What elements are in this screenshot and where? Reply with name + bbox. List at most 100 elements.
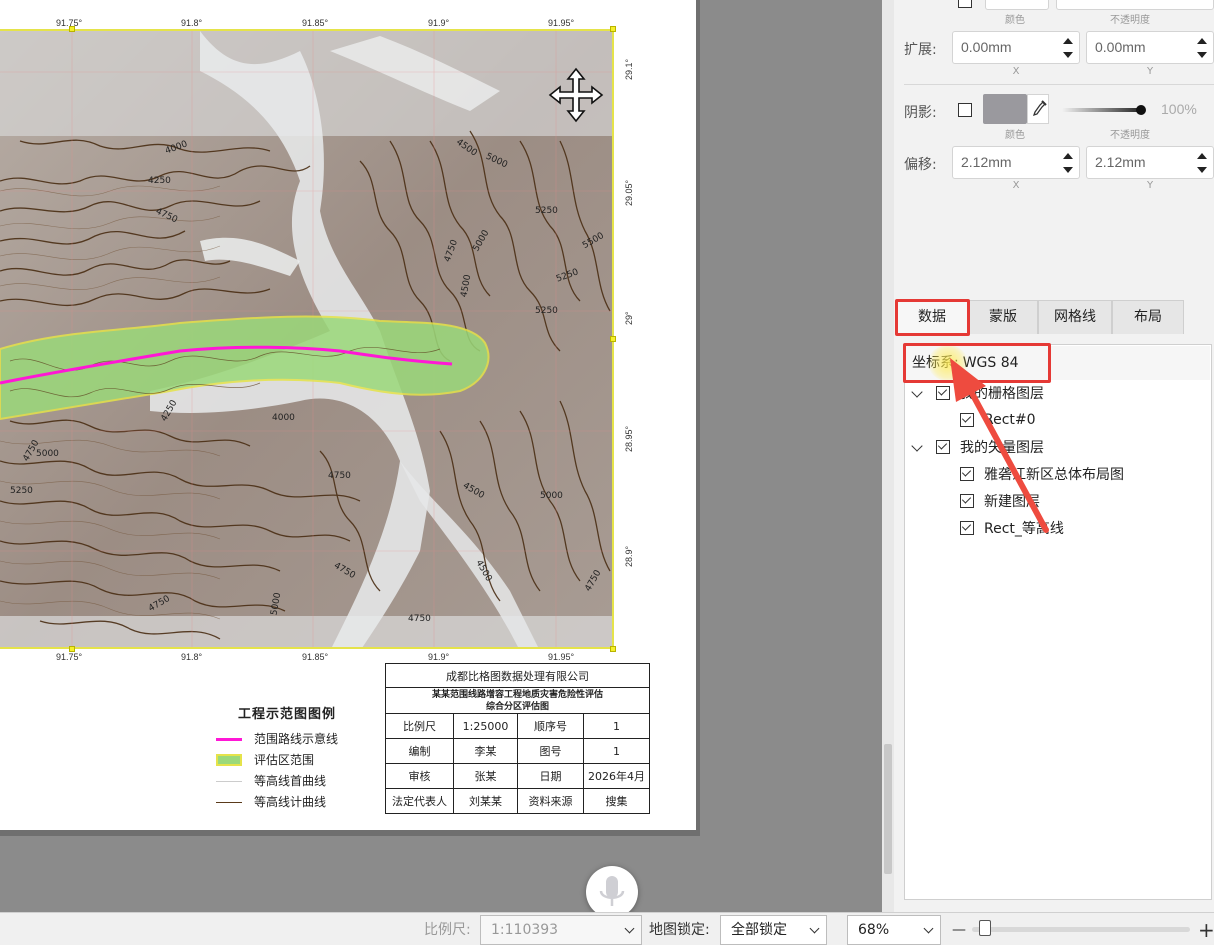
- y-caption: Y: [1146, 180, 1154, 191]
- zoom-select[interactable]: 68%: [847, 915, 941, 945]
- map-legend[interactable]: 工程示范图图例 范围路线示意线 评估区范围 等高线首曲线 等高线计曲线: [212, 703, 362, 812]
- top-partial-color[interactable]: [985, 0, 1049, 10]
- chevron-down-icon: [809, 923, 820, 934]
- slider-knob[interactable]: [1136, 105, 1146, 115]
- contour-label: 4250: [148, 176, 171, 186]
- zoom-slider[interactable]: [972, 927, 1190, 932]
- spinner-arrows-icon[interactable]: [1197, 38, 1207, 58]
- shadow-color-swatch[interactable]: [983, 94, 1027, 124]
- map-name: 某某范围线路增容工程地质灾害危险性评估 综合分区评估图: [385, 687, 650, 714]
- scrollbar-thumb[interactable]: [884, 744, 892, 874]
- x-caption: X: [1012, 66, 1020, 77]
- offset-x-value: 2.12mm: [961, 154, 1012, 170]
- shadow-label: 阴影:: [904, 105, 937, 121]
- lon-tick-bottom: 91.9°: [428, 652, 450, 662]
- layout-paper: 91.75° 91.8° 91.85° 91.9° 91.95° 4000 42…: [0, 0, 696, 830]
- lon-tick-top: 91.8°: [181, 18, 203, 28]
- spinner-arrows-icon[interactable]: [1063, 153, 1073, 173]
- top-partial-checkbox[interactable]: [958, 0, 972, 8]
- opacity-caption: 不透明度: [1110, 15, 1150, 26]
- map-lock-select[interactable]: 全部锁定: [720, 915, 827, 945]
- table-cell: 1: [583, 738, 650, 764]
- title-block-table[interactable]: 成都比格图数据处理有限公司 某某范围线路增容工程地质灾害危险性评估 综合分区评估图…: [385, 663, 650, 814]
- legend-label: 评估区范围: [254, 753, 315, 767]
- spinner-arrows-icon[interactable]: [1197, 153, 1207, 173]
- resize-handle[interactable]: [610, 26, 616, 32]
- table-cell: 顺序号: [517, 713, 584, 739]
- table-cell: 2026年4月: [583, 763, 650, 789]
- terrain-map: [0, 31, 612, 647]
- extend-y-input[interactable]: 0.00mm: [1086, 31, 1214, 64]
- lon-tick-top: 91.9°: [428, 18, 450, 28]
- lon-tick-bottom: 91.95°: [548, 652, 575, 662]
- extend-x-input[interactable]: 0.00mm: [952, 31, 1080, 64]
- area-swatch: [216, 753, 242, 766]
- tab-mask[interactable]: 蒙版: [968, 300, 1038, 334]
- zoom-slider-knob[interactable]: [979, 920, 991, 936]
- route-swatch: [216, 733, 242, 745]
- top-partial-slider-box[interactable]: [1056, 0, 1214, 10]
- eyedropper-icon: [1032, 100, 1047, 117]
- section-divider: [904, 84, 1214, 85]
- table-cell: 刘某某: [453, 788, 518, 814]
- tab-highlight-box: [895, 299, 970, 336]
- legend-item-major-contour: 等高线计曲线: [212, 791, 362, 812]
- legend-label: 范围路线示意线: [254, 732, 339, 746]
- legend-title: 工程示范图图例: [237, 707, 336, 722]
- move-cursor-icon: [548, 67, 604, 123]
- legend-label: 等高线计曲线: [254, 795, 327, 809]
- tab-layout[interactable]: 布局: [1112, 300, 1184, 334]
- extend-x-value: 0.00mm: [961, 39, 1012, 55]
- voice-input-button[interactable]: [586, 866, 638, 918]
- table-cell: 张某: [453, 763, 518, 789]
- lat-tick-right: 29.05°: [624, 179, 634, 206]
- table-row: 比例尺 1:25000 顺序号 1: [385, 713, 650, 739]
- x-caption: X: [1012, 180, 1020, 191]
- shadow-opacity-slider[interactable]: [1062, 108, 1142, 112]
- table-cell: 日期: [517, 763, 584, 789]
- lat-tick-right: 29°: [624, 311, 634, 325]
- shadow-checkbox[interactable]: [958, 103, 972, 117]
- offset-label: 偏移:: [904, 157, 937, 173]
- map-name-line: 某某范围线路增容工程地质灾害危险性评估: [431, 689, 603, 700]
- opacity-caption: 不透明度: [1110, 130, 1150, 141]
- zoom-value: 68%: [858, 922, 890, 938]
- lon-tick-top: 91.95°: [548, 18, 575, 28]
- contour-label: 5250: [535, 306, 558, 316]
- offset-y-value: 2.12mm: [1095, 154, 1146, 170]
- zoom-out-button[interactable]: —: [952, 913, 966, 945]
- extend-y-value: 0.00mm: [1095, 39, 1146, 55]
- scale-select[interactable]: 1:110393: [480, 915, 642, 945]
- lat-tick-right: 28.95°: [624, 425, 634, 452]
- map-lock-value: 全部锁定: [731, 922, 787, 938]
- lon-tick-bottom: 91.8°: [181, 652, 203, 662]
- contour-label: 5250: [10, 486, 33, 496]
- offset-y-input[interactable]: 2.12mm: [1086, 146, 1214, 179]
- map-canvas[interactable]: 91.75° 91.8° 91.85° 91.9° 91.95° 4000 42…: [0, 0, 882, 912]
- offset-x-input[interactable]: 2.12mm: [952, 146, 1080, 179]
- resize-handle[interactable]: [610, 646, 616, 652]
- contour-label: 4000: [272, 413, 295, 423]
- color-caption: 颜色: [1005, 130, 1025, 141]
- table-cell: 搜集: [583, 788, 650, 814]
- table-cell: 图号: [517, 738, 584, 764]
- contour-label: 5000: [540, 491, 563, 501]
- y-caption: Y: [1146, 66, 1154, 77]
- contour-label: 4750: [408, 614, 431, 624]
- legend-label: 等高线首曲线: [254, 774, 327, 788]
- lon-tick-bottom: 91.75°: [56, 652, 83, 662]
- microphone-icon: [599, 876, 625, 906]
- paper-shadow: [0, 830, 700, 836]
- zoom-in-button[interactable]: +: [1198, 913, 1214, 945]
- color-caption: 颜色: [1005, 15, 1025, 26]
- resize-handle[interactable]: [610, 336, 616, 342]
- legend-item-area: 评估区范围: [212, 749, 362, 770]
- map-frame[interactable]: 4000 4250 4750 4500 5000 5250 5500 5000 …: [0, 29, 614, 649]
- legend-item-minor-contour: 等高线首曲线: [212, 770, 362, 791]
- spinner-arrows-icon[interactable]: [1063, 38, 1073, 58]
- paper-shadow: [696, 0, 700, 836]
- lat-tick-right: 29.1°: [624, 58, 634, 80]
- tab-gridlines[interactable]: 网格线: [1038, 300, 1112, 334]
- resize-handle[interactable]: [69, 26, 75, 32]
- eyedropper-button[interactable]: [1027, 94, 1049, 124]
